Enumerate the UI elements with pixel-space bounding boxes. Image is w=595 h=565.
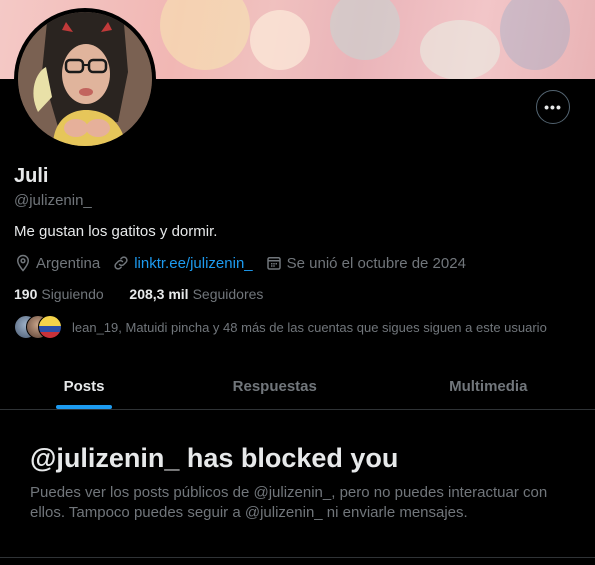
map-pin-icon xyxy=(16,254,30,272)
tab-multimedia-label: Multimedia xyxy=(449,377,528,395)
profile-bio: Me gustan los gatitos y dormir. xyxy=(14,223,218,240)
location-item: Argentina xyxy=(14,254,100,272)
more-horizontal-icon: ••• xyxy=(544,99,562,115)
tab-posts[interactable]: Posts xyxy=(0,362,168,410)
calendar-icon xyxy=(266,257,281,270)
following-link[interactable]: 190 Siguiendo xyxy=(14,286,108,302)
avatar-image xyxy=(18,12,152,146)
following-count: 190 xyxy=(14,286,38,302)
avatar[interactable] xyxy=(18,12,152,146)
joined-item: Se unió el octubre de 2024 xyxy=(265,254,466,272)
tabs-divider xyxy=(0,409,595,410)
tab-respuestas[interactable]: Respuestas xyxy=(168,362,382,410)
profile-name: Juli xyxy=(14,165,49,187)
profile-handle: @julizenin_ xyxy=(14,192,92,209)
followed-by[interactable]: lean_19, Matuidi pincha y 48 más de las … xyxy=(14,315,547,339)
blocked-description: Puedes ver los posts públicos de @julize… xyxy=(30,484,548,521)
followed-by-avatars xyxy=(14,315,62,339)
followed-by-text: lean_19, Matuidi pincha y 48 más de las … xyxy=(72,319,547,335)
follow-counts: 190 Siguiendo 208,3 mil Seguidores xyxy=(14,286,263,302)
more-options-button[interactable]: ••• xyxy=(536,90,570,124)
followers-label: Seguidores xyxy=(192,286,264,302)
following-label: Siguiendo xyxy=(41,286,104,302)
link-icon xyxy=(114,256,128,270)
follower-avatar xyxy=(38,315,62,339)
joined-text: Se unió el octubre de 2024 xyxy=(286,254,466,272)
bottom-divider xyxy=(0,557,595,558)
profile-meta: Argentina linktr.ee/julizenin_ Se unió e… xyxy=(14,254,478,272)
website-link[interactable]: linktr.ee/julizenin_ xyxy=(134,255,252,272)
tab-posts-label: Posts xyxy=(63,377,105,395)
location-text: Argentina xyxy=(36,254,101,272)
followers-count: 208,3 mil xyxy=(129,286,189,302)
blocked-title: @julizenin_ has blocked you xyxy=(30,443,399,473)
followers-link[interactable]: 208,3 mil Seguidores xyxy=(129,286,263,302)
tab-multimedia[interactable]: Multimedia xyxy=(382,362,595,410)
tab-respuestas-label: Respuestas xyxy=(232,377,317,395)
profile-tabs: Posts Respuestas Multimedia xyxy=(0,362,595,410)
website-item[interactable]: linktr.ee/julizenin_ xyxy=(112,254,253,272)
